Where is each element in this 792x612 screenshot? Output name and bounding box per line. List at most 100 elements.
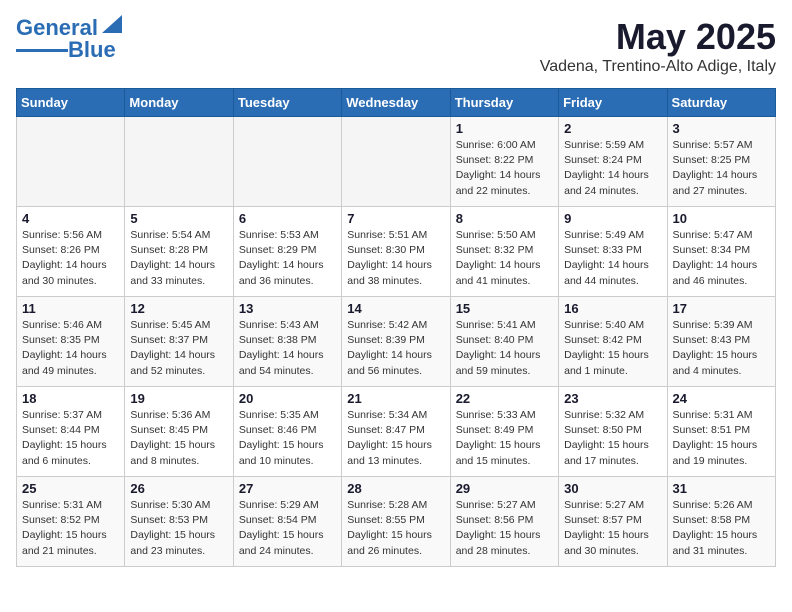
- weekday-header-row: SundayMondayTuesdayWednesdayThursdayFrid…: [17, 89, 776, 117]
- calendar-cell: 30Sunrise: 5:27 AM Sunset: 8:57 PM Dayli…: [559, 477, 667, 567]
- calendar-cell: 11 Sunrise: 5:46 AM Sunset: 8:35 PM Dayli…: [17, 297, 125, 387]
- day-number: 4: [22, 211, 119, 226]
- day-number: 28: [347, 481, 444, 496]
- logo-underline: [16, 49, 68, 52]
- calendar-cell: 5 Sunrise: 5:54 AM Sunset: 8:28 PM Daylig…: [125, 207, 233, 297]
- day-info: Sunrise: 5:36 AM Sunset: 8:45 PM Dayligh…: [130, 408, 227, 469]
- day-number: 10: [673, 211, 770, 226]
- calendar-week-4: 25 Sunrise: 5:31 AM Sunset: 8:52 PM Dayli…: [17, 477, 776, 567]
- day-number: 6: [239, 211, 336, 226]
- calendar-cell: 3 Sunrise: 5:57 AM Sunset: 8:25 PM Daylig…: [667, 117, 775, 207]
- calendar-cell: [233, 117, 341, 207]
- weekday-monday: Monday: [125, 89, 233, 117]
- day-info: Sunrise: 5:51 AM Sunset: 8:30 PM Dayligh…: [347, 228, 444, 289]
- calendar-cell: 10 Sunrise: 5:47 AM Sunset: 8:34 PM Dayli…: [667, 207, 775, 297]
- calendar-cell: 23 Sunrise: 5:32 AM Sunset: 8:50 PM Dayli…: [559, 387, 667, 477]
- day-number: 23: [564, 391, 661, 406]
- day-number: 7: [347, 211, 444, 226]
- calendar-cell: 31 Sunrise: 5:26 AM Sunset: 8:58 PM Dayli…: [667, 477, 775, 567]
- weekday-wednesday: Wednesday: [342, 89, 450, 117]
- day-info: Sunrise: 5:54 AM Sunset: 8:28 PM Dayligh…: [130, 228, 227, 289]
- calendar-cell: 18 Sunrise: 5:37 AM Sunset: 8:44 PM Dayli…: [17, 387, 125, 477]
- location-title: Vadena, Trentino-Alto Adige, Italy: [540, 58, 776, 76]
- day-info: Sunrise: 5:30 AM Sunset: 8:53 PM Dayligh…: [130, 498, 227, 559]
- day-number: 31: [673, 481, 770, 496]
- calendar-cell: 8Sunrise: 5:50 AM Sunset: 8:32 PM Daylig…: [450, 207, 558, 297]
- day-info: Sunrise: 5:29 AM Sunset: 8:54 PM Dayligh…: [239, 498, 336, 559]
- day-info: Sunrise: 5:32 AM Sunset: 8:50 PM Dayligh…: [564, 408, 661, 469]
- day-info: Sunrise: 5:59 AM Sunset: 8:24 PM Dayligh…: [564, 138, 661, 199]
- day-info: Sunrise: 5:45 AM Sunset: 8:37 PM Dayligh…: [130, 318, 227, 379]
- day-number: 30: [564, 481, 661, 496]
- calendar-table: SundayMondayTuesdayWednesdayThursdayFrid…: [16, 88, 776, 567]
- calendar-cell: 27 Sunrise: 5:29 AM Sunset: 8:54 PM Dayli…: [233, 477, 341, 567]
- day-number: 24: [673, 391, 770, 406]
- day-number: 19: [130, 391, 227, 406]
- calendar-cell: 4 Sunrise: 5:56 AM Sunset: 8:26 PM Daylig…: [17, 207, 125, 297]
- day-number: 3: [673, 121, 770, 136]
- title-section: May 2025 Vadena, Trentino-Alto Adige, It…: [540, 16, 776, 76]
- calendar-cell: 21 Sunrise: 5:34 AM Sunset: 8:47 PM Dayli…: [342, 387, 450, 477]
- day-info: Sunrise: 5:56 AM Sunset: 8:26 PM Dayligh…: [22, 228, 119, 289]
- day-info: Sunrise: 5:47 AM Sunset: 8:34 PM Dayligh…: [673, 228, 770, 289]
- day-info: Sunrise: 5:26 AM Sunset: 8:58 PM Dayligh…: [673, 498, 770, 559]
- day-info: Sunrise: 5:33 AM Sunset: 8:49 PM Dayligh…: [456, 408, 553, 469]
- day-info: Sunrise: 5:37 AM Sunset: 8:44 PM Dayligh…: [22, 408, 119, 469]
- calendar-cell: 14Sunrise: 5:42 AM Sunset: 8:39 PM Dayli…: [342, 297, 450, 387]
- weekday-saturday: Saturday: [667, 89, 775, 117]
- calendar-cell: 16 Sunrise: 5:40 AM Sunset: 8:42 PM Dayli…: [559, 297, 667, 387]
- day-info: Sunrise: 5:39 AM Sunset: 8:43 PM Dayligh…: [673, 318, 770, 379]
- calendar-cell: 15 Sunrise: 5:41 AM Sunset: 8:40 PM Dayli…: [450, 297, 558, 387]
- day-info: Sunrise: 5:40 AM Sunset: 8:42 PM Dayligh…: [564, 318, 661, 379]
- weekday-friday: Friday: [559, 89, 667, 117]
- calendar-cell: [17, 117, 125, 207]
- day-info: Sunrise: 5:27 AM Sunset: 8:56 PM Dayligh…: [456, 498, 553, 559]
- calendar-cell: 22 Sunrise: 5:33 AM Sunset: 8:49 PM Dayli…: [450, 387, 558, 477]
- calendar-cell: 6Sunrise: 5:53 AM Sunset: 8:29 PM Daylig…: [233, 207, 341, 297]
- calendar-week-1: 4 Sunrise: 5:56 AM Sunset: 8:26 PM Daylig…: [17, 207, 776, 297]
- calendar-cell: 1Sunrise: 6:00 AM Sunset: 8:22 PM Daylig…: [450, 117, 558, 207]
- day-info: Sunrise: 5:31 AM Sunset: 8:51 PM Dayligh…: [673, 408, 770, 469]
- logo-arrow-icon: [102, 15, 122, 33]
- day-number: 9: [564, 211, 661, 226]
- weekday-sunday: Sunday: [17, 89, 125, 117]
- calendar-cell: 13Sunrise: 5:43 AM Sunset: 8:38 PM Dayli…: [233, 297, 341, 387]
- day-info: Sunrise: 5:57 AM Sunset: 8:25 PM Dayligh…: [673, 138, 770, 199]
- day-number: 26: [130, 481, 227, 496]
- calendar-cell: 12Sunrise: 5:45 AM Sunset: 8:37 PM Dayli…: [125, 297, 233, 387]
- calendar-cell: [342, 117, 450, 207]
- day-number: 13: [239, 301, 336, 316]
- day-info: Sunrise: 5:35 AM Sunset: 8:46 PM Dayligh…: [239, 408, 336, 469]
- day-number: 14: [347, 301, 444, 316]
- day-number: 17: [673, 301, 770, 316]
- day-number: 25: [22, 481, 119, 496]
- calendar-cell: 26 Sunrise: 5:30 AM Sunset: 8:53 PM Dayli…: [125, 477, 233, 567]
- calendar-cell: 17 Sunrise: 5:39 AM Sunset: 8:43 PM Dayli…: [667, 297, 775, 387]
- day-info: Sunrise: 5:28 AM Sunset: 8:55 PM Dayligh…: [347, 498, 444, 559]
- day-number: 11: [22, 301, 119, 316]
- day-number: 8: [456, 211, 553, 226]
- calendar-cell: 19 Sunrise: 5:36 AM Sunset: 8:45 PM Dayli…: [125, 387, 233, 477]
- day-info: Sunrise: 5:41 AM Sunset: 8:40 PM Dayligh…: [456, 318, 553, 379]
- logo: General Blue: [16, 16, 122, 62]
- day-number: 5: [130, 211, 227, 226]
- day-number: 21: [347, 391, 444, 406]
- day-info: Sunrise: 5:49 AM Sunset: 8:33 PM Dayligh…: [564, 228, 661, 289]
- day-number: 2: [564, 121, 661, 136]
- day-number: 18: [22, 391, 119, 406]
- day-info: Sunrise: 5:31 AM Sunset: 8:52 PM Dayligh…: [22, 498, 119, 559]
- day-number: 27: [239, 481, 336, 496]
- month-title: May 2025: [540, 16, 776, 58]
- calendar-cell: 7 Sunrise: 5:51 AM Sunset: 8:30 PM Daylig…: [342, 207, 450, 297]
- day-number: 22: [456, 391, 553, 406]
- calendar-cell: 25 Sunrise: 5:31 AM Sunset: 8:52 PM Dayli…: [17, 477, 125, 567]
- calendar-cell: 2 Sunrise: 5:59 AM Sunset: 8:24 PM Daylig…: [559, 117, 667, 207]
- day-info: Sunrise: 5:34 AM Sunset: 8:47 PM Dayligh…: [347, 408, 444, 469]
- day-number: 15: [456, 301, 553, 316]
- calendar-week-3: 18 Sunrise: 5:37 AM Sunset: 8:44 PM Dayli…: [17, 387, 776, 477]
- calendar-cell: [125, 117, 233, 207]
- weekday-tuesday: Tuesday: [233, 89, 341, 117]
- day-number: 16: [564, 301, 661, 316]
- logo-blue: Blue: [68, 38, 116, 62]
- day-info: Sunrise: 5:46 AM Sunset: 8:35 PM Dayligh…: [22, 318, 119, 379]
